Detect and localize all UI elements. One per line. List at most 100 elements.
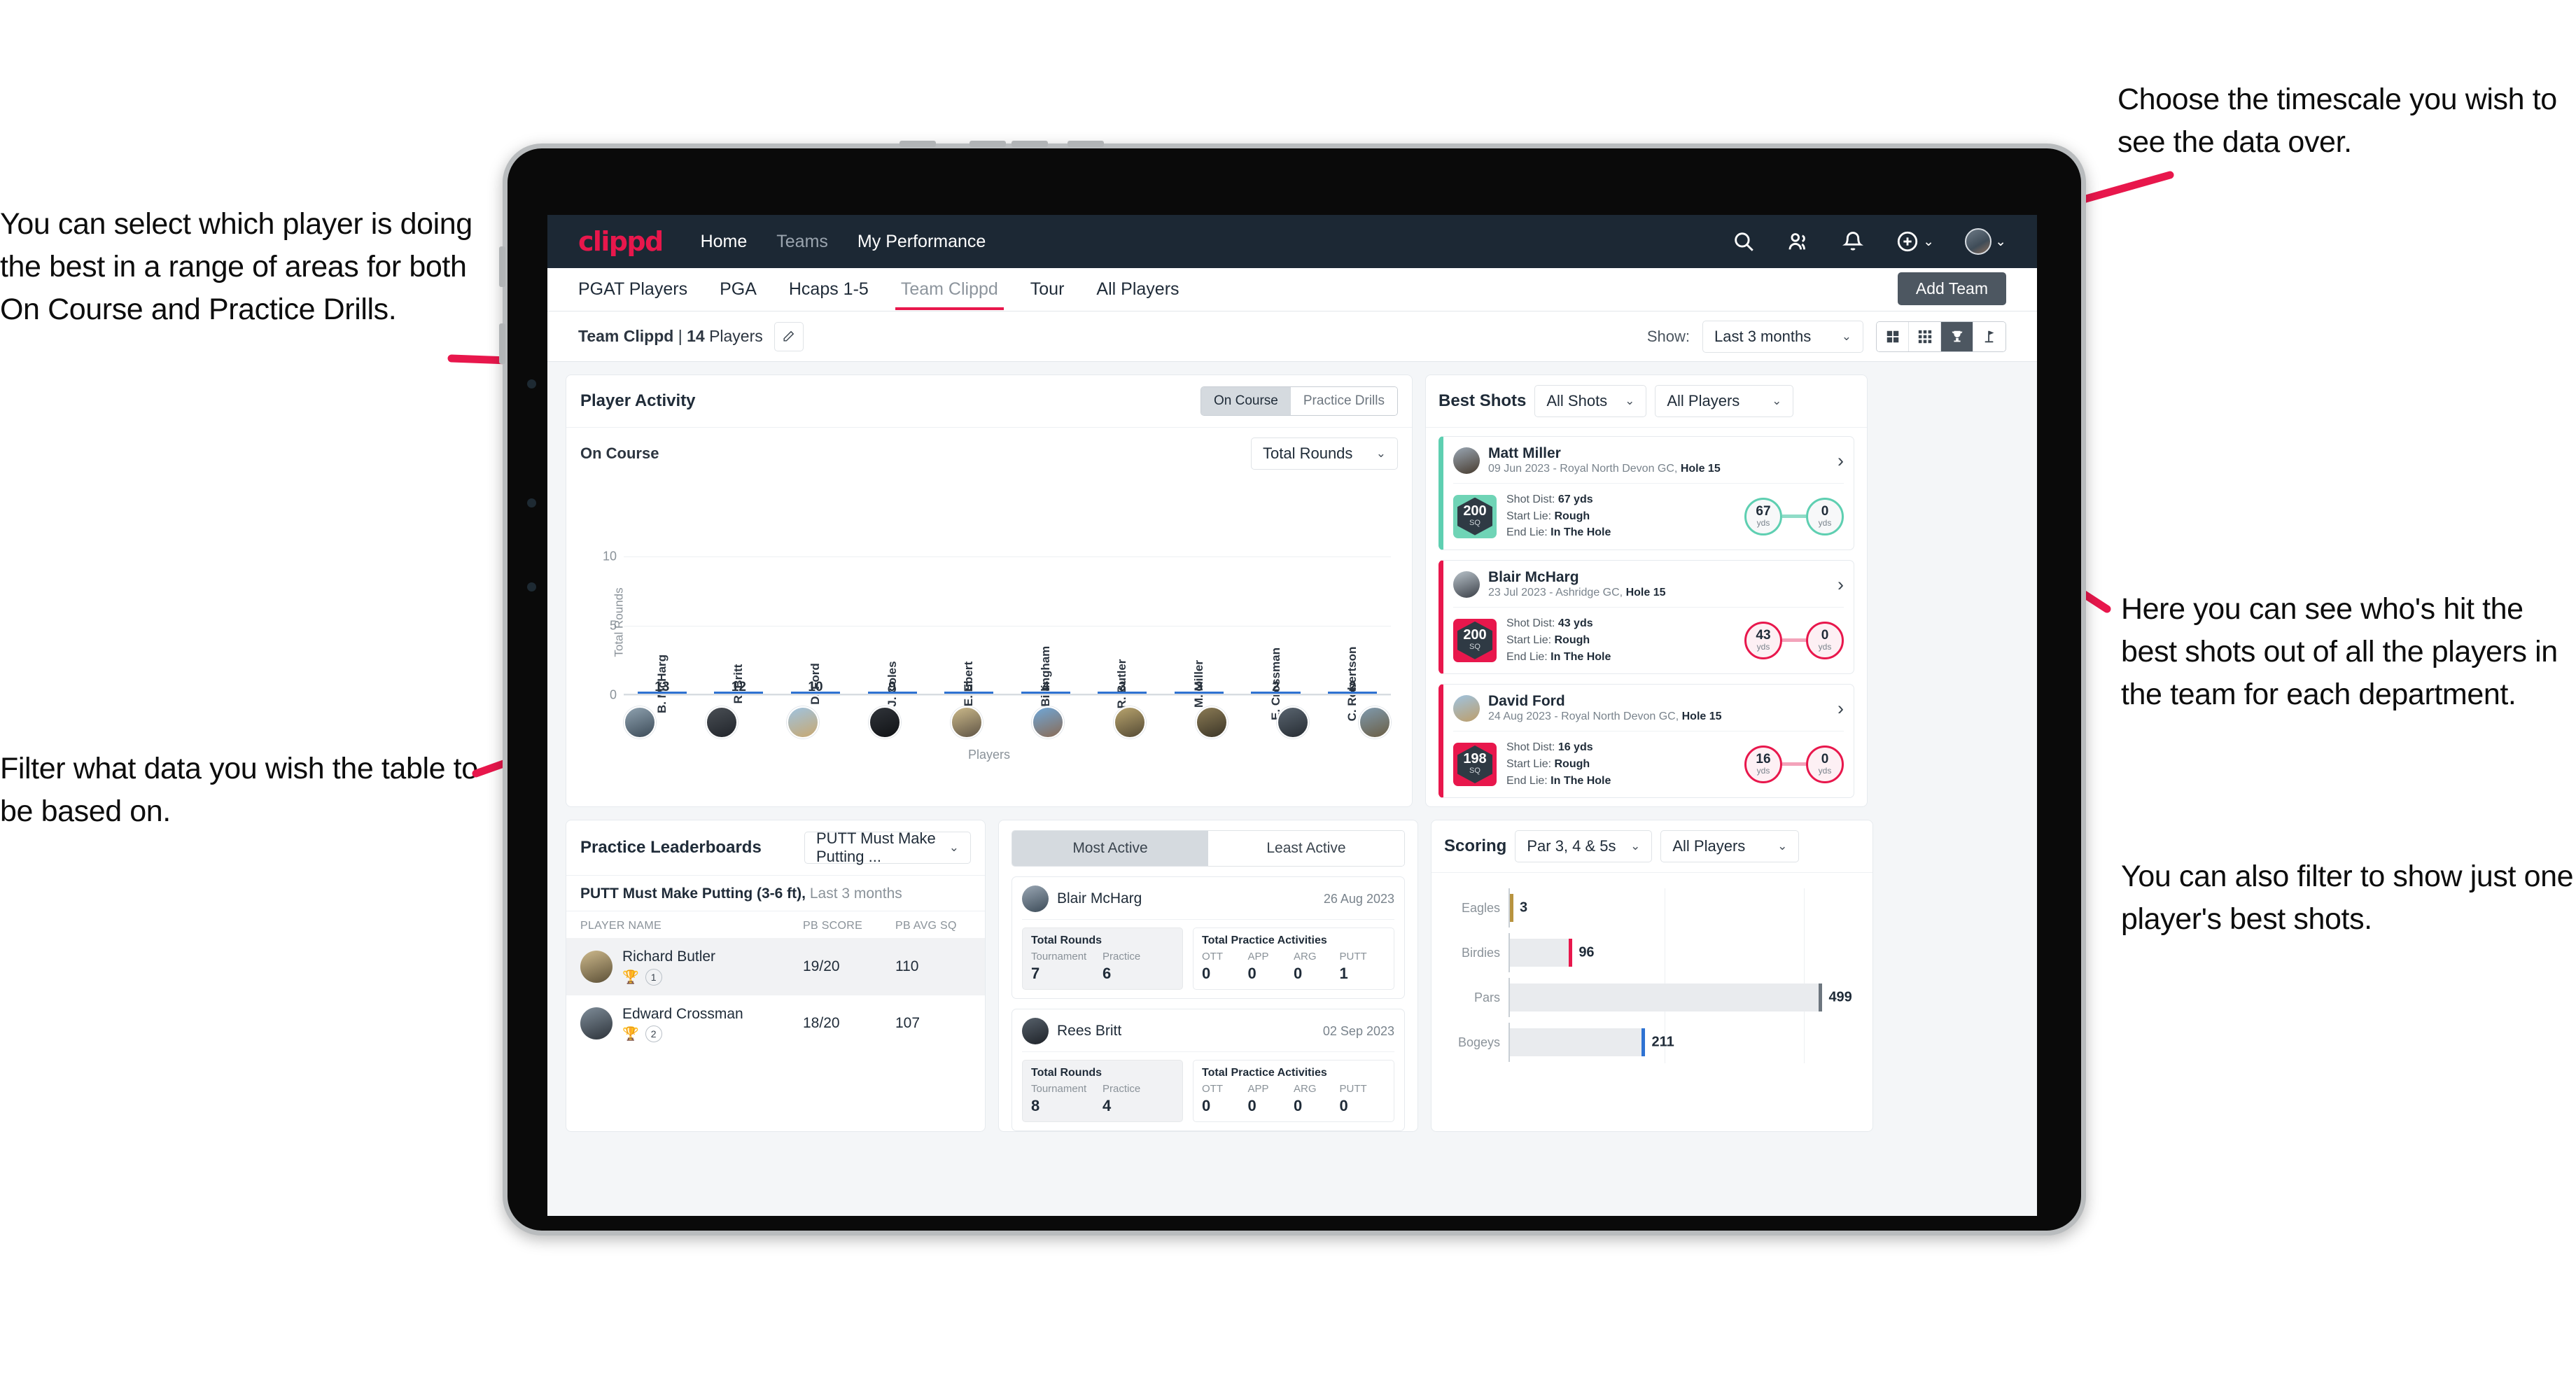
player-avatar[interactable] [787, 706, 820, 738]
edit-team-button[interactable] [774, 321, 804, 351]
player-avatar[interactable] [1277, 706, 1310, 738]
add-menu[interactable]: ⌄ [1896, 230, 1934, 253]
scoring-bar-row[interactable]: Birdies 96 [1447, 933, 1857, 973]
best-shots-player-select[interactable]: All Players ⌄ [1655, 385, 1794, 417]
activity-player-card[interactable]: Rees Britt 02 Sep 2023 Total Rounds Tour… [1011, 1009, 1405, 1132]
chevron-down-icon: ⌄ [1772, 394, 1782, 407]
best-shot-body: 200 SQ Shot Dist: 43 yds Start Lie: Roug… [1453, 608, 1844, 665]
drill-subtitle: PUTT Must Make Putting (3-6 ft), Last 3 … [566, 876, 985, 912]
scoring-bar-row[interactable]: Bogeys 211 [1447, 1023, 1857, 1063]
player-avatar[interactable] [950, 706, 983, 738]
bar-label: E. Ebert [962, 661, 976, 707]
end-lie-value: In The Hole [1550, 650, 1611, 663]
table-row[interactable]: Richard Butler 🏆 1 19/20 110 [566, 938, 985, 995]
practice-val-ott: 0 [1202, 1097, 1211, 1115]
timescale-value: Last 3 months [1714, 327, 1812, 345]
practice-activities-title: Total Practice Activities [1202, 934, 1327, 947]
best-shot-card[interactable]: David Ford 24 Aug 2023 - Royal North Dev… [1438, 684, 1854, 799]
shot-end-unit: yds [1818, 642, 1832, 652]
segment-on-course[interactable]: On Course [1201, 387, 1291, 415]
activity-date: 26 Aug 2023 [1323, 891, 1394, 906]
tab-most-active[interactable]: Most Active [1012, 831, 1208, 867]
sensor-icon [527, 498, 536, 507]
clippd-logo[interactable]: clippd [578, 226, 664, 257]
tab-team-clippd[interactable]: Team Clippd [895, 270, 1004, 310]
segment-practice-drills[interactable]: Practice Drills [1290, 387, 1397, 415]
player-avatar[interactable] [1032, 706, 1065, 738]
nav-item-my-performance[interactable]: My Performance [858, 232, 986, 252]
practice-key-putt: PUTT [1339, 951, 1367, 963]
plus-circle-icon[interactable] [1896, 230, 1919, 253]
tab-pgat-players[interactable]: PGAT Players [578, 270, 687, 309]
view-flag-button[interactable] [1973, 321, 2005, 351]
best-shot-card[interactable]: Blair McHarg 23 Jul 2023 - Ashridge GC, … [1438, 560, 1854, 675]
view-grid-4-button[interactable] [1877, 321, 1909, 351]
player-avatar[interactable] [1195, 706, 1228, 738]
player-avatar[interactable] [1113, 706, 1146, 738]
tab-all-players[interactable]: All Players [1096, 270, 1179, 309]
team-label: Team Clippd | 14 Players [578, 327, 763, 346]
best-shot-meta: 09 Jun 2023 - Royal North Devon GC, Hole… [1488, 463, 1721, 475]
add-team-button[interactable]: Add Team [1897, 272, 2006, 305]
player-avatar[interactable] [705, 706, 738, 738]
activity-player-card[interactable]: Blair McHarg 26 Aug 2023 Total Rounds To… [1011, 876, 1405, 1000]
player-avatar[interactable] [868, 706, 901, 738]
tab-pga[interactable]: PGA [720, 270, 757, 309]
chart-x-axis-label: Players [967, 748, 1011, 762]
bar-label: R. Britt [732, 664, 746, 704]
chevron-right-icon[interactable]: › [1837, 450, 1844, 472]
shot-end-value: 0 [1821, 752, 1829, 767]
chevron-right-icon[interactable]: › [1837, 574, 1844, 596]
annotation-left-bottom: Filter what data you wish the table to b… [0, 752, 478, 829]
view-grid-9-button[interactable] [1909, 321, 1941, 351]
best-shot-body: 198 SQ Shot Dist: 16 yds Start Lie: Roug… [1453, 732, 1844, 789]
annotation-right-top: Choose the timescale you wish to see the… [2118, 83, 2557, 160]
chevron-down-icon: ⌄ [1841, 329, 1851, 343]
shot-end-unit: yds [1818, 518, 1832, 528]
leaderboard-columns: PLAYER NAME PB SCORE PB AVG SQ [566, 911, 985, 938]
tab-tour[interactable]: Tour [1030, 270, 1065, 309]
practice-val-putt: 0 [1339, 1097, 1348, 1115]
tab-hcaps-1-5[interactable]: Hcaps 1-5 [789, 270, 869, 309]
shot-dist-label: Shot Dist: [1506, 617, 1555, 630]
chart-bars: 13 B. McHarg 12 R. Britt 10 D. Ford 9 J. Col… [624, 500, 1391, 722]
table-row[interactable]: Edward Crossman 🏆 2 18/20 107 [566, 995, 985, 1052]
scoring-bar-row[interactable]: Eagles 3 [1447, 888, 1857, 928]
end-lie-value: In The Hole [1550, 774, 1611, 787]
best-shot-card[interactable]: Matt Miller 09 Jun 2023 - Royal North De… [1438, 436, 1854, 551]
practice-key-ott: OTT [1202, 1083, 1223, 1096]
leaderboard-player-name: Richard Butler [622, 948, 716, 965]
metric-select[interactable]: Total Rounds ⌄ [1251, 438, 1398, 470]
nav-item-home[interactable]: Home [701, 232, 748, 252]
shot-distance-viz: 43 yds 0 yds [1744, 621, 1844, 659]
view-trophy-button[interactable] [1941, 321, 1973, 351]
nav-item-teams[interactable]: Teams [776, 232, 828, 252]
total-rounds-grid: Tournament 8 Practice 4 [1031, 1083, 1174, 1115]
flag-icon [1984, 330, 1994, 342]
annotation-right-bottom: You can also filter to show just one pla… [2121, 860, 2574, 937]
chevron-right-icon[interactable]: › [1837, 698, 1844, 720]
scoring-player-select[interactable]: All Players ⌄ [1660, 830, 1800, 863]
bell-icon[interactable] [1841, 230, 1865, 253]
chart-avatar-row [624, 706, 1391, 738]
tab-least-active[interactable]: Least Active [1208, 831, 1404, 867]
drill-select[interactable]: PUTT Must Make Putting ... ⌄ [804, 830, 971, 865]
grid-4-icon [1886, 330, 1898, 342]
timescale-select[interactable]: Last 3 months ⌄ [1702, 320, 1863, 353]
par-filter-select[interactable]: Par 3, 4 & 5s ⌄ [1515, 830, 1653, 863]
chevron-down-icon: ⌄ [1777, 839, 1788, 853]
search-icon[interactable] [1732, 230, 1756, 253]
player-avatar[interactable] [624, 706, 656, 738]
people-icon[interactable] [1786, 230, 1810, 253]
best-shot-details: Shot Dist: 67 yds Start Lie: Rough End L… [1506, 491, 1611, 541]
player-avatar[interactable] [1358, 706, 1391, 738]
top-navigation-bar: clippd Home Teams My Performance ⌄ ⌄ [547, 215, 2037, 268]
y-tick-0: 0 [609, 687, 617, 702]
shot-type-select[interactable]: All Shots ⌄ [1534, 385, 1647, 417]
y-tick-5: 5 [609, 618, 617, 633]
leaderboard-badges: 🏆 2 [622, 1025, 743, 1042]
scoring-bar-row[interactable]: Pars 499 [1447, 978, 1857, 1018]
avatar[interactable] [1965, 228, 1992, 255]
user-menu[interactable]: ⌄ [1965, 228, 2006, 255]
tablet-button-top-1 [899, 141, 936, 147]
